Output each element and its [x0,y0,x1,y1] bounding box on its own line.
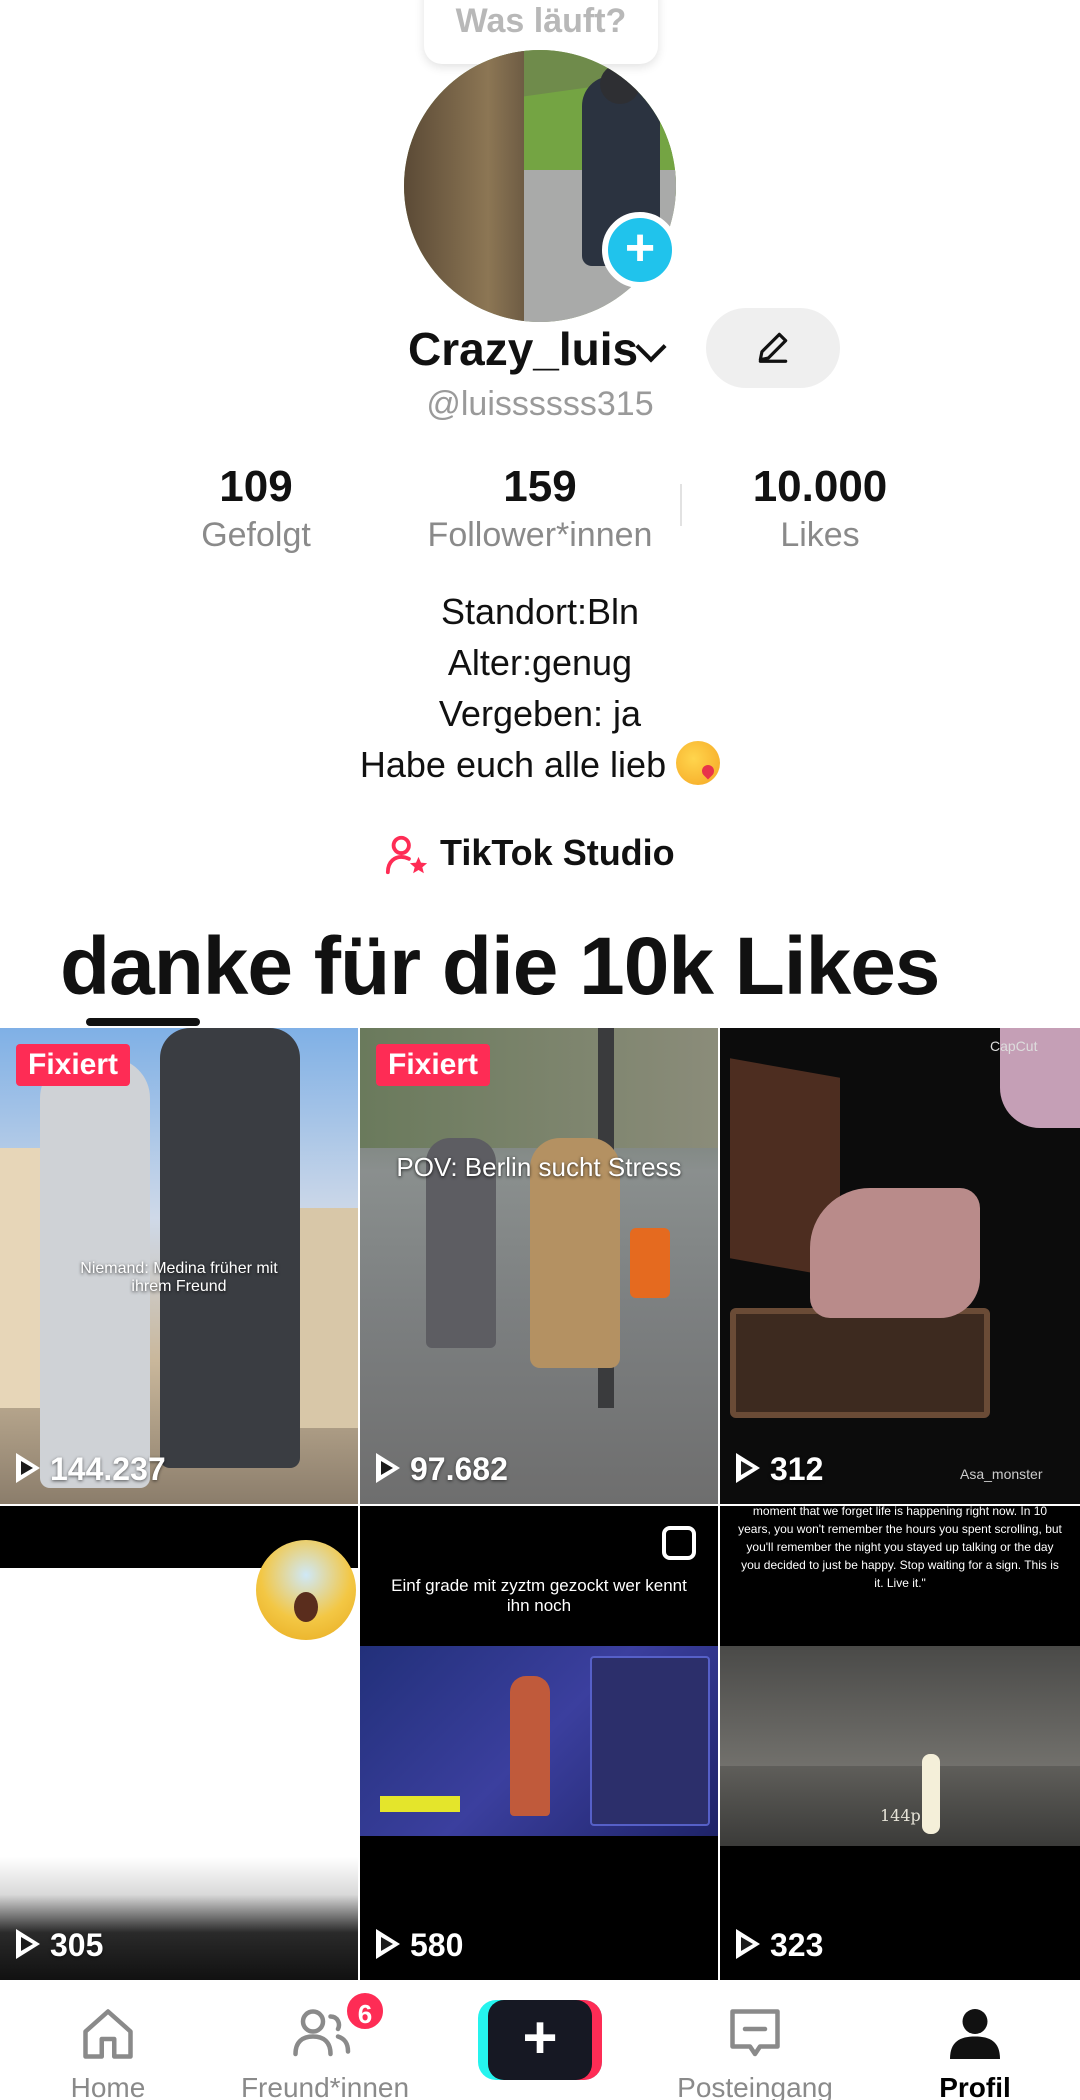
video-text: Einf grade mit zyztm gezockt wer kennt i… [391,1576,687,1615]
play-icon [16,1453,40,1483]
stat-followers-label: Follower*innen [427,516,653,554]
multi-post-icon [662,1526,696,1560]
stat-following-label: Gefolgt [201,516,311,554]
nav-profile-label: Profil [939,2072,1011,2100]
play-icon [736,1929,760,1959]
stat-following[interactable]: 109 Gefolgt [176,462,336,555]
name-row: Crazy_luis [0,308,1080,388]
stat-followers-value: 159 [503,462,577,511]
bio-line-with-emoji: Habe euch alle lieb [0,739,1080,790]
play-icon [376,1453,400,1483]
stat-likes[interactable]: 10.000 Likes [720,462,920,555]
create-post-button[interactable]: + [478,2000,602,2080]
pencil-icon [758,332,788,363]
view-count-value: 580 [410,1927,464,1963]
home-icon [83,2009,133,2059]
stat-divider [680,484,682,526]
video-tile[interactable]: Einf grade mit zyztm gezockt wer kennt i… [360,1506,718,1980]
bio-line: Vergeben: ja [438,693,642,734]
friends-badge: 6 [344,1990,386,2032]
profile-handle: @luissssss315 [426,385,654,423]
kiss-emoji-icon [676,741,721,785]
edit-profile-button[interactable] [706,308,840,388]
view-count-value: 305 [50,1927,104,1963]
view-count-value: 323 [770,1927,824,1963]
profile-icon [950,2009,1000,2059]
profile-name[interactable]: Crazy_luis [408,322,638,376]
video-grid: Fixiert Niemand: Medina früher mit ihrem… [0,1028,1080,1980]
creator-star-icon [385,835,428,875]
nav-home[interactable]: Home [48,1980,168,2100]
view-count-value: 312 [770,1451,824,1487]
stat-likes-value: 10.000 [752,462,888,511]
bio-line-text: Habe euch alle lieb [359,744,667,785]
video-text: POV: Berlin sucht Stress [396,1152,682,1182]
nav-friends-label: Freund*innen [240,2072,410,2100]
video-tile[interactable]: Fixiert Niemand: Medina früher mit ihrem… [0,1028,358,1504]
video-text: moment that we forget life is happening … [738,1506,1062,1590]
view-count-value: 144.237 [50,1451,166,1487]
stat-followers[interactable]: 159 Follower*innen [404,462,676,555]
story-bubble-text: Was läuft? [455,2,627,40]
bio-line: Standort:Bln [440,591,640,632]
stat-following-value: 109 [219,462,293,511]
nav-inbox-label: Posteingang [677,2072,833,2100]
play-icon [376,1929,400,1959]
view-count: 323 [736,1927,823,1964]
quality-label: 144p [880,1806,921,1825]
video-text: Niemand: Medina früher mit ihrem Freund [80,1260,278,1295]
nav-home-label: Home [70,2072,146,2100]
view-count: 580 [376,1927,463,1964]
view-count-value: 97.682 [410,1451,508,1487]
video-tile[interactable]: Fixiert POV: Berlin sucht Stress 97.682 [360,1028,718,1504]
view-count: 305 [16,1927,103,1964]
watermark: CapCut [990,1038,1038,1054]
pinned-badge: Fixiert [16,1044,131,1086]
pinned-badge: Fixiert [376,1044,491,1086]
inbox-message-icon [730,2009,780,2057]
plus-icon: + [522,2004,558,2071]
play-icon [736,1453,760,1483]
video-tile[interactable]: moment that we forget life is happening … [720,1506,1080,1980]
video-tile[interactable]: 305 [0,1506,358,1980]
bio: Standort:Bln Alter:genug Vergeben: ja Ha… [0,586,1080,790]
nav-create[interactable]: + [478,1980,602,2100]
view-count: 97.682 [376,1451,508,1488]
play-icon [16,1929,40,1959]
credit-text: Asa_monster [960,1466,1043,1482]
nav-friends[interactable]: 6 Freund*innen [220,1980,430,2100]
nav-profile[interactable]: Profil [910,1980,1040,2100]
tiktok-studio-label: TikTok Studio [440,832,675,873]
video-tile[interactable]: CapCut Asa_monster 312 [720,1028,1080,1504]
caption-underline [86,1018,200,1026]
stat-likes-label: Likes [780,516,860,554]
chevron-down-icon[interactable] [635,331,667,363]
bottom-nav: Home 6 Freund*innen + Posteingang Profil [0,1980,1080,2100]
overlay-caption: danke für die 10k Likes [60,921,940,1012]
shocked-emoji-icon [256,1540,356,1640]
view-count: 312 [736,1451,823,1488]
add-story-plus-icon[interactable]: + [602,212,678,288]
view-count: 144.237 [16,1451,166,1488]
nav-inbox[interactable]: Posteingang [660,1980,850,2100]
bio-line: Alter:genug [447,642,633,683]
